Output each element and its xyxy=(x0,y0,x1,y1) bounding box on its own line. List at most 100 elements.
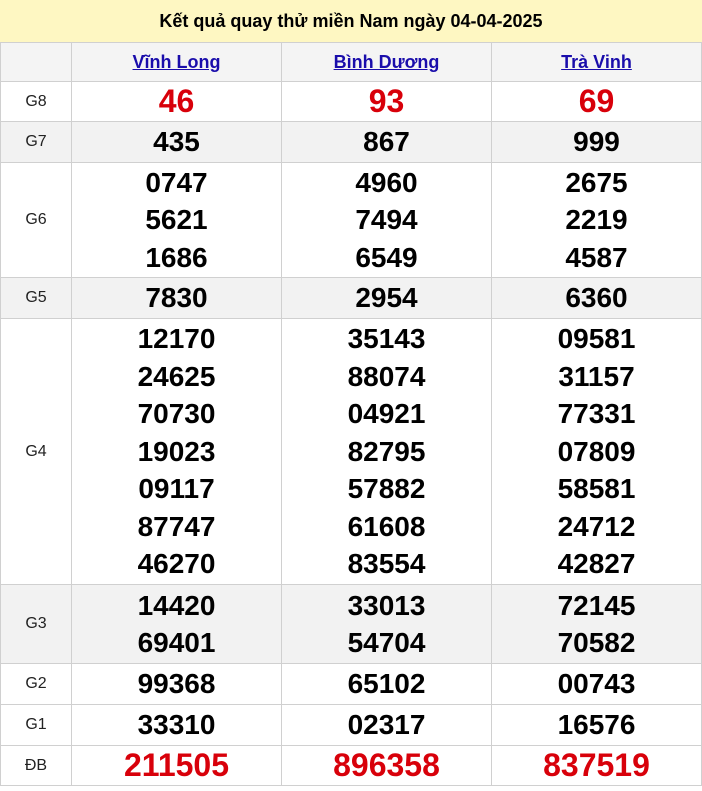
lottery-number: 435 xyxy=(153,126,200,158)
lottery-number: 4587 xyxy=(565,241,628,273)
lottery-number: 14420 xyxy=(137,589,216,621)
prize-label: G8 xyxy=(0,81,72,122)
lottery-number: 19023 xyxy=(137,435,216,467)
lottery-number: 0747 xyxy=(145,166,208,198)
prize-cell: 02317 xyxy=(281,704,492,746)
page-title: Kết quả quay thử miền Nam ngày 04-04-202… xyxy=(0,0,702,42)
prize-cell: 896358 xyxy=(281,745,492,786)
lottery-number: 02317 xyxy=(347,709,426,741)
prize-cell: 69 xyxy=(491,81,702,122)
lottery-number: 4960 xyxy=(355,166,418,198)
prize-cell: 867 xyxy=(281,121,492,163)
prize-label: G3 xyxy=(0,584,72,664)
lottery-number: 837519 xyxy=(543,746,650,783)
lottery-number: 46270 xyxy=(137,548,216,580)
lottery-number: 999 xyxy=(573,126,620,158)
lottery-number: 16576 xyxy=(557,709,636,741)
lottery-number: 99368 xyxy=(137,668,216,700)
province-cell: Vĩnh Long xyxy=(71,42,282,82)
prize-label: G1 xyxy=(0,704,72,746)
lottery-number: 09117 xyxy=(138,473,215,505)
prize-cell: 4960 7494 6549 xyxy=(281,162,492,278)
prize-label: ĐB xyxy=(0,745,72,786)
lottery-number: 2954 xyxy=(355,282,418,314)
prize-row-g6: G6 0747 5621 1686 4960 7494 6549 2675 2219 4587 xyxy=(0,162,702,278)
lottery-number: 93 xyxy=(368,82,405,119)
lottery-number: 33013 xyxy=(347,589,426,621)
prize-row-g3: G3 14420 69401 33013 54704 72145 70582 xyxy=(0,584,702,664)
lottery-number: 7494 xyxy=(355,204,418,236)
prize-cell: 00743 xyxy=(491,663,702,705)
prize-label: G4 xyxy=(0,318,72,585)
lottery-number: 57882 xyxy=(347,473,426,505)
prize-cell: 211505 xyxy=(71,745,282,786)
prize-row-g5: G5 7830 2954 6360 xyxy=(0,277,702,319)
lottery-number: 04921 xyxy=(347,398,426,430)
lottery-number: 82795 xyxy=(347,435,426,467)
lottery-number: 5621 xyxy=(145,204,208,236)
lottery-number: 33310 xyxy=(137,709,216,741)
prize-cell: 7830 xyxy=(71,277,282,319)
lottery-number: 00743 xyxy=(557,668,636,700)
lottery-number: 09581 xyxy=(557,323,636,355)
lottery-number: 58581 xyxy=(557,473,636,505)
lottery-number: 12170 xyxy=(137,323,216,355)
prize-cell: 435 xyxy=(71,121,282,163)
prize-cell: 14420 69401 xyxy=(71,584,282,664)
results-table: Vĩnh Long Bình Dương Trà Vinh G8 46 93 69 G7… xyxy=(0,42,702,786)
lottery-number: 46 xyxy=(158,82,195,119)
lottery-number: 2219 xyxy=(565,204,628,236)
province-cell: Trà Vinh xyxy=(491,42,702,82)
prize-cell: 33310 xyxy=(71,704,282,746)
lottery-number: 69 xyxy=(578,82,615,119)
lottery-number: 6549 xyxy=(355,241,418,273)
lottery-number: 867 xyxy=(363,126,410,158)
prize-cell: 65102 xyxy=(281,663,492,705)
province-link-vinh-long[interactable]: Vĩnh Long xyxy=(133,52,221,72)
lottery-number: 61608 xyxy=(347,510,426,542)
lottery-number: 54704 xyxy=(347,627,426,658)
prize-cell: 72145 70582 xyxy=(491,584,702,664)
prize-label: G5 xyxy=(0,277,72,319)
lottery-number: 83554 xyxy=(347,548,426,580)
prize-label: G6 xyxy=(0,162,72,278)
prize-row-g1: G1 33310 02317 16576 xyxy=(0,704,702,746)
prize-cell: 93 xyxy=(281,81,492,122)
lottery-number: 88074 xyxy=(347,360,426,392)
prize-row-đb: ĐB 211505 896358 837519 xyxy=(0,745,702,786)
lottery-number: 70730 xyxy=(137,398,216,430)
lottery-number: 07809 xyxy=(557,435,636,467)
lottery-number: 31157 xyxy=(558,360,635,392)
province-cell: Bình Dương xyxy=(281,42,492,82)
prize-cell: 12170 24625 70730 19023 09117 87747 46270 xyxy=(71,318,282,585)
prize-row-g2: G2 99368 65102 00743 xyxy=(0,663,702,705)
lottery-number: 87747 xyxy=(137,510,216,542)
prize-cell: 2954 xyxy=(281,277,492,319)
lottery-number: 69401 xyxy=(137,627,216,658)
lottery-number: 211505 xyxy=(123,746,229,783)
lottery-number: 65102 xyxy=(347,668,426,700)
prize-cell: 46 xyxy=(71,81,282,122)
lottery-number: 35143 xyxy=(347,323,426,355)
lottery-number: 896358 xyxy=(333,746,440,783)
prize-cell: 6360 xyxy=(491,277,702,319)
province-link-binh-duong[interactable]: Bình Dương xyxy=(334,52,440,72)
province-header-row: Vĩnh Long Bình Dương Trà Vinh xyxy=(0,42,702,82)
lottery-number: 6360 xyxy=(565,282,628,314)
prize-cell: 35143 88074 04921 82795 57882 61608 83554 xyxy=(281,318,492,585)
lottery-number: 7830 xyxy=(145,282,208,314)
lottery-number: 70582 xyxy=(557,627,636,658)
prize-cell: 2675 2219 4587 xyxy=(491,162,702,278)
province-link-tra-vinh[interactable]: Trà Vinh xyxy=(561,52,632,72)
prize-cell: 0747 5621 1686 xyxy=(71,162,282,278)
prize-cell: 999 xyxy=(491,121,702,163)
lottery-number: 24712 xyxy=(557,510,636,542)
prize-label: G2 xyxy=(0,663,72,705)
lottery-number: 1686 xyxy=(145,241,208,273)
prize-cell: 33013 54704 xyxy=(281,584,492,664)
lottery-number: 24625 xyxy=(137,360,216,392)
prize-cell: 837519 xyxy=(491,745,702,786)
prize-cell: 16576 xyxy=(491,704,702,746)
lottery-number: 77331 xyxy=(557,398,636,430)
lottery-number: 72145 xyxy=(557,589,636,621)
